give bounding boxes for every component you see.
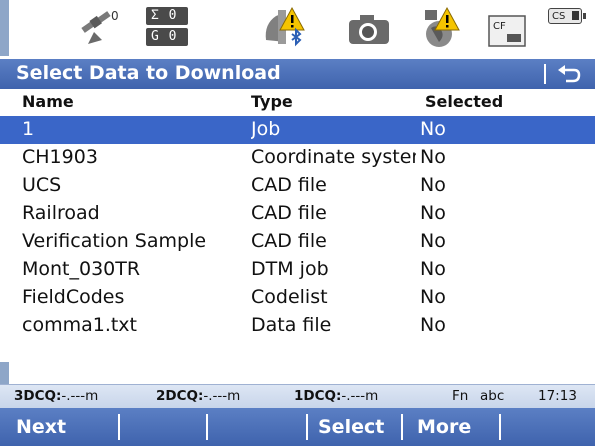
battery-label: CS bbox=[552, 11, 566, 22]
row-name: Mont_030TR bbox=[22, 258, 141, 280]
title-separator bbox=[544, 64, 546, 84]
table-row[interactable]: comma1.txt Data file No bbox=[0, 312, 595, 340]
table-row[interactable]: Mont_030TR DTM job No bbox=[0, 256, 595, 284]
table-row[interactable]: UCS CAD file No bbox=[0, 172, 595, 200]
sigma-count: Σ 0 bbox=[146, 7, 188, 25]
info-bar: 3DCQ:-.---m 2DCQ:-.---m 1DCQ:-.---m Fn a… bbox=[0, 384, 595, 408]
table-header: Name Type Selected bbox=[0, 89, 595, 116]
battery-icon: CS bbox=[548, 8, 586, 24]
row-selected: No bbox=[420, 174, 446, 196]
row-selected: No bbox=[420, 286, 446, 308]
observation-counts: Σ 0 G 0 bbox=[146, 7, 188, 47]
row-name: comma1.txt bbox=[22, 314, 138, 336]
globe-warning-icon bbox=[425, 6, 460, 47]
status-bar: 0 Σ 0 G 0 CF CS bbox=[0, 0, 595, 56]
satellite-icon: 0 bbox=[81, 9, 119, 44]
title-bar: Select Data to Download bbox=[0, 59, 595, 89]
f2-button[interactable] bbox=[120, 408, 206, 446]
status-edge bbox=[0, 0, 9, 56]
row-type: Coordinate system bbox=[251, 146, 416, 168]
row-selected: No bbox=[420, 118, 446, 140]
row-selected: No bbox=[420, 230, 446, 252]
fn-indicator: Fn bbox=[452, 388, 469, 404]
row-type: Data file bbox=[251, 314, 332, 336]
row-name: Railroad bbox=[22, 202, 100, 224]
row-type: Codelist bbox=[251, 286, 328, 308]
row-name: 1 bbox=[22, 118, 35, 140]
table-row[interactable]: 1 Job No bbox=[0, 116, 595, 144]
table-row[interactable]: FieldCodes Codelist No bbox=[0, 284, 595, 312]
camera-icon bbox=[349, 15, 389, 44]
row-type: CAD file bbox=[251, 230, 327, 252]
f3-button[interactable] bbox=[208, 408, 306, 446]
table-row[interactable]: Verification Sample CAD file No bbox=[0, 228, 595, 256]
battery-nub bbox=[583, 13, 586, 19]
table-row[interactable]: Railroad CAD file No bbox=[0, 200, 595, 228]
row-selected: No bbox=[420, 202, 446, 224]
softkey-bar: Next Select More bbox=[0, 408, 595, 446]
input-mode-indicator: abc bbox=[480, 388, 505, 404]
row-selected: No bbox=[420, 314, 446, 336]
row-name: FieldCodes bbox=[22, 286, 125, 308]
row-type: Job bbox=[251, 118, 281, 140]
row-name: UCS bbox=[22, 174, 62, 196]
2dcq-readout: 2DCQ:-.---m bbox=[156, 388, 241, 404]
g-count: G 0 bbox=[146, 28, 188, 46]
column-type-header[interactable]: Type bbox=[251, 92, 293, 111]
svg-text:0: 0 bbox=[111, 9, 119, 23]
column-selected-header[interactable]: Selected bbox=[425, 92, 503, 111]
data-list: 1 Job No CH1903 Coordinate system No UCS… bbox=[0, 116, 595, 340]
row-name: CH1903 bbox=[22, 146, 98, 168]
row-type: CAD file bbox=[251, 202, 327, 224]
table-row[interactable]: CH1903 Coordinate system No bbox=[0, 144, 595, 172]
svg-text:CF: CF bbox=[493, 21, 506, 32]
row-name: Verification Sample bbox=[22, 230, 207, 252]
more-button[interactable]: More bbox=[403, 408, 499, 446]
cf-card-icon: CF bbox=[488, 15, 526, 47]
select-button[interactable]: Select bbox=[308, 408, 400, 446]
1dcq-readout: 1DCQ:-.---m bbox=[294, 388, 379, 404]
row-selected: No bbox=[420, 258, 446, 280]
row-type: CAD file bbox=[251, 174, 327, 196]
clock: 17:13 bbox=[538, 388, 577, 404]
column-name-header[interactable]: Name bbox=[22, 92, 74, 111]
lower-edge bbox=[0, 362, 9, 384]
back-arrow-icon[interactable] bbox=[556, 62, 582, 86]
battery-fill bbox=[572, 11, 579, 20]
row-selected: No bbox=[420, 146, 446, 168]
page-title: Select Data to Download bbox=[16, 62, 281, 84]
sensor-bluetooth-icon bbox=[265, 6, 305, 47]
next-button[interactable]: Next bbox=[0, 408, 118, 446]
3dcq-readout: 3DCQ:-.---m bbox=[14, 388, 99, 404]
f6-button[interactable] bbox=[501, 408, 595, 446]
row-type: DTM job bbox=[251, 258, 329, 280]
